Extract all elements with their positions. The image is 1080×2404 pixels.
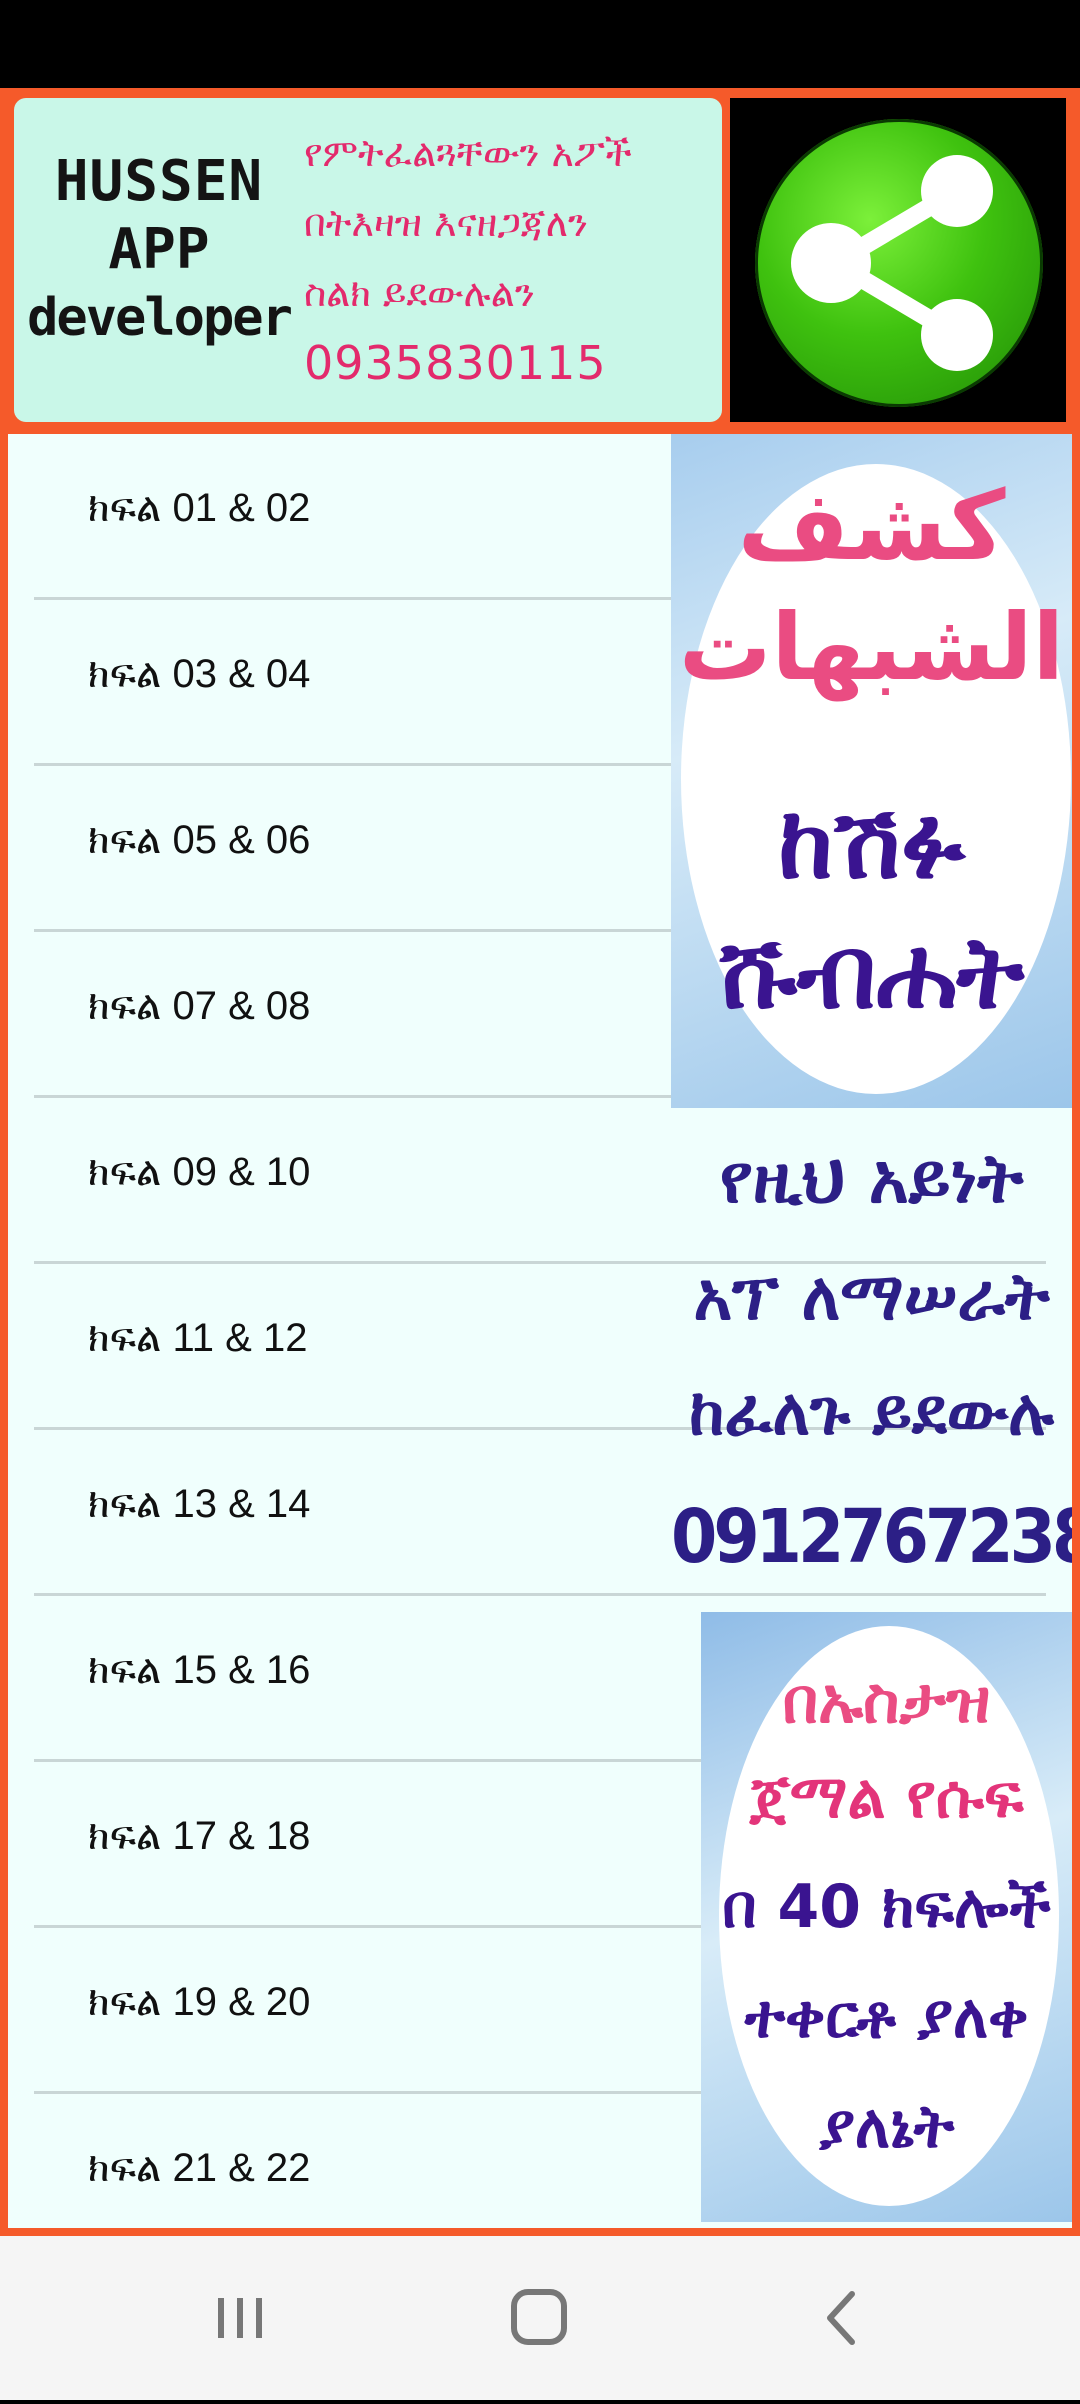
chapter-list-area: ክፍል 01 & 02 ክፍል 03 & 04 ክፍል 05 & 06 ክፍል … bbox=[8, 434, 1072, 2228]
app-frame: HUSSEN APP developer የምትፈልጓቸውን አፖች በትእዛዝ… bbox=[0, 88, 1080, 2236]
brand-app: APP bbox=[108, 217, 210, 282]
share-button[interactable] bbox=[755, 119, 1043, 407]
lesson-ad-line4: ተቀርቶ ያለቀ bbox=[744, 1982, 1029, 2052]
contact-ad-line1: የዚህ አይነት bbox=[719, 1140, 1024, 1219]
developer-banner-ad[interactable]: HUSSEN APP developer የምትፈልጓቸውን አፖች በትእዛዝ… bbox=[14, 98, 722, 422]
brand-name: HUSSEN bbox=[54, 149, 264, 214]
recents-icon bbox=[218, 2298, 262, 2338]
list-item-label: ክፍል 15 & 16 bbox=[88, 1648, 311, 1692]
list-item-label: ክፍል 19 & 20 bbox=[88, 1980, 311, 2024]
lesson-ad-line5: ያለኔት bbox=[818, 2092, 955, 2162]
kashf-ad-banner[interactable]: كشف الشبهات ከሽፉ ሹብሐት bbox=[671, 434, 1072, 1108]
brand-role: developer bbox=[27, 288, 293, 348]
home-button[interactable] bbox=[440, 2236, 640, 2400]
recents-button[interactable] bbox=[140, 2236, 340, 2400]
banner-msg-line1: የምትፈልጓቸውን አፖች bbox=[304, 131, 632, 175]
contact-ad-line3: ከፈለጉ ይደውሉ bbox=[689, 1376, 1054, 1450]
banner-msg-line2: በትእዛዝ እናዘጋጃለን bbox=[304, 201, 588, 245]
list-item-label: ክፍል 21 & 22 bbox=[88, 2146, 311, 2190]
home-icon bbox=[511, 2289, 567, 2345]
list-item-label: ክፍል 07 & 08 bbox=[88, 984, 311, 1028]
list-item-label: ክፍል 05 & 06 bbox=[88, 818, 311, 862]
share-box bbox=[730, 98, 1066, 422]
system-nav-bar bbox=[0, 2236, 1080, 2400]
contact-ad-phone: 0912767238 bbox=[671, 1494, 1072, 1580]
list-item-label: ክፍል 13 & 14 bbox=[88, 1482, 311, 1526]
back-button[interactable] bbox=[740, 2236, 940, 2400]
ad-arabic-title-2: الشبهات bbox=[679, 594, 1064, 701]
ad-amharic-title-2: ሹብሐት bbox=[718, 914, 1025, 1031]
share-icon bbox=[791, 155, 993, 371]
ad-arabic-title-1: كشف bbox=[737, 470, 1006, 582]
ad-amharic-title-1: ከሽፉ bbox=[778, 784, 965, 901]
banner-message: የምትፈልጓቸውን አፖች በትእዛዝ እናዘጋጃለን ስልክ ይደውሉልን 0… bbox=[304, 118, 722, 398]
back-icon bbox=[827, 2291, 855, 2345]
list-item-label: ክፍል 11 & 12 bbox=[88, 1316, 308, 1360]
contact-ad-text[interactable]: የዚህ አይነት አፕ ለማሠራት ከፈለጉ ይደውሉ 0912767238 bbox=[671, 1110, 1072, 1580]
list-item-label: ክፍል 01 & 02 bbox=[88, 486, 311, 530]
banner-msg-line3: ስልክ ይደውሉልን bbox=[304, 271, 535, 315]
status-bar bbox=[0, 0, 1080, 88]
contact-ad-line2: አፕ ለማሠራት bbox=[693, 1258, 1050, 1335]
banner-phone: 0935830115 bbox=[304, 336, 607, 390]
list-item-label: ክፍል 17 & 18 bbox=[88, 1814, 311, 1858]
list-item-label: ክፍል 03 & 04 bbox=[88, 652, 311, 696]
lesson-ad-banner[interactable]: በኡስታዝ ጀማል የሱፍ በ 40 ክፍሎች ተቀርቶ ያለቀ ያለኔት bbox=[701, 1612, 1072, 2222]
lesson-ad-line1: በኡስታዝ bbox=[782, 1664, 991, 1737]
lesson-ad-line3: በ 40 ክፍሎች bbox=[722, 1872, 1051, 1942]
lesson-ad-line2: ጀማል የሱፍ bbox=[749, 1762, 1024, 1832]
brand-text: HUSSEN APP developer bbox=[14, 148, 304, 352]
list-item-label: ክፍል 09 & 10 bbox=[88, 1150, 311, 1194]
